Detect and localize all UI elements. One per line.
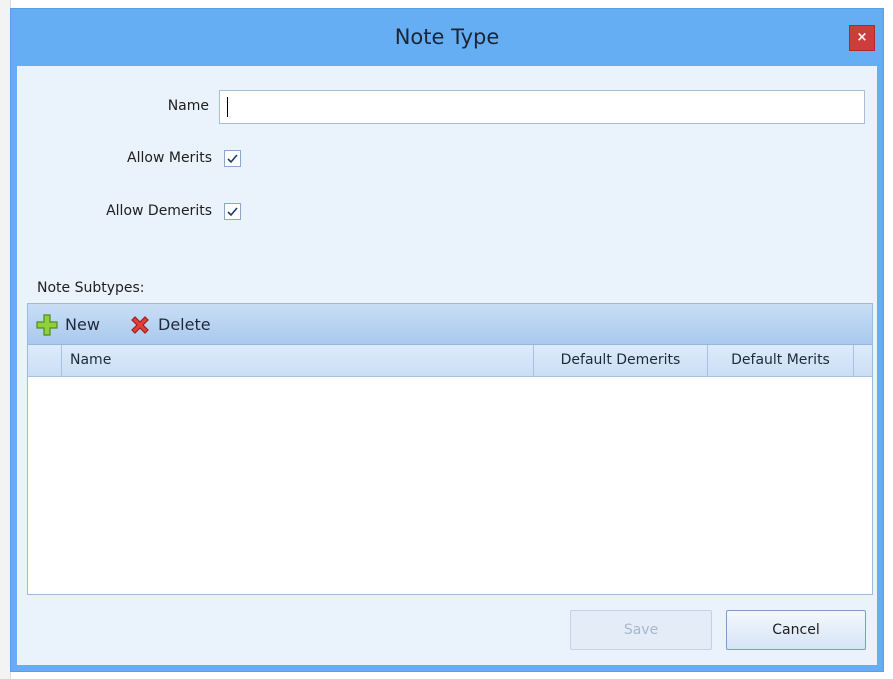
allow-merits-label: Allow Merits xyxy=(127,150,212,166)
new-button[interactable]: New xyxy=(35,313,115,337)
title-bar[interactable]: Note Type × xyxy=(11,9,883,66)
allow-demerits-label: Allow Demerits xyxy=(106,203,212,219)
subtypes-grid: New Delete Name Default Demerits Default… xyxy=(27,303,873,595)
column-header-default-merits[interactable]: Default Merits xyxy=(708,345,854,376)
grid-rows-area[interactable] xyxy=(28,377,872,594)
grid-toolbar: New Delete xyxy=(28,304,872,345)
allow-merits-checkbox[interactable] xyxy=(224,150,241,167)
dialog-body: Name Allow Merits Allow Demerits Note Su… xyxy=(17,66,877,665)
cancel-button[interactable]: Cancel xyxy=(726,610,866,650)
name-label: Name xyxy=(167,98,209,114)
row-indicator-header xyxy=(28,345,62,376)
name-input[interactable] xyxy=(219,90,865,124)
column-header-default-demerits[interactable]: Default Demerits xyxy=(534,345,708,376)
close-button[interactable]: × xyxy=(849,25,875,51)
checkmark-icon xyxy=(227,207,238,217)
delete-x-icon xyxy=(131,316,149,334)
plus-icon xyxy=(36,314,58,336)
column-header-name[interactable]: Name xyxy=(62,345,534,376)
text-caret xyxy=(227,97,228,117)
allow-demerits-checkbox[interactable] xyxy=(224,203,241,220)
close-icon: × xyxy=(856,30,868,45)
delete-label: Delete xyxy=(158,315,211,334)
window-title: Note Type xyxy=(394,25,500,49)
note-type-dialog: Note Type × Name Allow Merits Allow Deme… xyxy=(10,8,884,672)
save-button[interactable]: Save xyxy=(570,610,712,650)
note-subtypes-label: Note Subtypes: xyxy=(37,280,145,296)
grid-header: Name Default Demerits Default Merits xyxy=(28,345,872,377)
new-label: New xyxy=(65,315,100,334)
delete-button[interactable]: Delete xyxy=(128,313,238,337)
checkmark-icon xyxy=(227,154,238,164)
